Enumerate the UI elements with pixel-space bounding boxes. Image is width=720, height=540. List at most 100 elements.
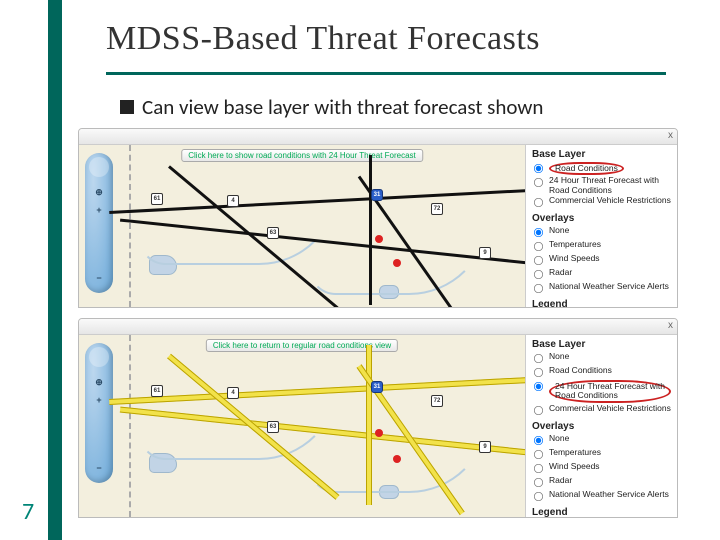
map-canvas[interactable]: ⊕ + − Click here to show road conditions… xyxy=(79,145,525,307)
layer-option-label: National Weather Service Alerts xyxy=(549,490,669,499)
pan-icon[interactable] xyxy=(89,157,109,177)
map-panel-road-conditions: x ⊕ + − Click here to show road conditio… xyxy=(78,128,678,308)
radio-icon[interactable] xyxy=(534,436,543,445)
radio-icon[interactable] xyxy=(534,478,543,487)
page-number: 7 xyxy=(22,497,34,526)
layer-option[interactable]: Wind Speeds xyxy=(532,254,671,267)
layer-option[interactable]: None xyxy=(532,226,671,239)
map-nav-control[interactable]: ⊕ + − xyxy=(85,343,113,483)
road xyxy=(369,155,372,305)
zoom-out-icon[interactable]: − xyxy=(85,463,113,473)
map-canvas[interactable]: ⊕ + − Click here to return to regular ro… xyxy=(79,335,525,517)
incident-marker[interactable] xyxy=(375,235,383,243)
route-shield: 63 xyxy=(267,227,279,239)
zoom-out-icon[interactable]: − xyxy=(85,273,113,283)
route-shield: 9 xyxy=(479,247,491,259)
incident-marker[interactable] xyxy=(375,429,383,437)
globe-icon[interactable]: ⊕ xyxy=(85,377,113,388)
map-body: ⊕ + − Click here to show road conditions… xyxy=(79,145,677,307)
radio-icon[interactable] xyxy=(534,228,543,237)
toggle-threat-button[interactable]: Click here to show road conditions with … xyxy=(181,149,423,162)
layer-option[interactable]: Wind Speeds xyxy=(532,462,671,475)
layer-option[interactable]: 24 Hour Threat Forecast with Road Condit… xyxy=(532,176,671,195)
layer-option-label: 24 Hour Threat Forecast with Road Condit… xyxy=(549,380,671,403)
radio-icon[interactable] xyxy=(534,256,543,265)
base-layer-heading: Base Layer xyxy=(532,339,671,350)
base-layer-options: None Road Conditions 24 Hour Threat Foreca… xyxy=(532,352,671,417)
state-border xyxy=(129,335,131,517)
route-shield: 72 xyxy=(431,395,443,407)
radio-icon[interactable] xyxy=(534,164,543,173)
layer-option-label: Road Conditions xyxy=(549,162,624,175)
layer-option[interactable]: None xyxy=(532,434,671,447)
title-underline xyxy=(106,72,666,75)
overlay-options: None Temperatures Wind SpeedsRadar National… xyxy=(532,434,671,503)
route-shield: 4 xyxy=(227,195,239,207)
radio-icon[interactable] xyxy=(534,464,543,473)
layer-option-label: 24 Hour Threat Forecast with Road Condit… xyxy=(549,176,671,195)
legend-heading: Legend xyxy=(532,507,671,517)
layer-option[interactable]: National Weather Service Alerts xyxy=(532,490,671,503)
map-body: ⊕ + − Click here to return to regular ro… xyxy=(79,335,677,517)
map-titlebar: x xyxy=(79,129,677,145)
map-titlebar: x xyxy=(79,319,677,335)
route-shield: 63 xyxy=(267,421,279,433)
layer-option-label: Road Conditions xyxy=(549,366,612,375)
legend-heading: Legend xyxy=(532,299,671,307)
route-shield: 9 xyxy=(479,441,491,453)
layer-option-label: Temperatures xyxy=(549,448,601,457)
radio-icon[interactable] xyxy=(534,198,543,207)
state-border xyxy=(129,145,131,307)
incident-marker[interactable] xyxy=(393,455,401,463)
radio-icon[interactable] xyxy=(534,406,543,415)
route-shield: 31 xyxy=(371,189,383,201)
radio-icon[interactable] xyxy=(534,242,543,251)
layer-option-label: None xyxy=(549,352,569,361)
overlays-heading: Overlays xyxy=(532,213,671,224)
radio-icon[interactable] xyxy=(534,270,543,279)
radio-icon[interactable] xyxy=(534,284,543,293)
radio-icon[interactable] xyxy=(534,354,543,363)
close-icon[interactable]: x xyxy=(668,130,673,141)
layer-option[interactable]: Road Conditions xyxy=(532,366,671,379)
pan-icon[interactable] xyxy=(89,347,109,367)
layer-option[interactable]: None xyxy=(532,352,671,365)
layer-option[interactable]: Temperatures xyxy=(532,240,671,253)
layer-option[interactable]: 24 Hour Threat Forecast with Road Condit… xyxy=(532,380,671,403)
threat-road xyxy=(366,345,372,505)
layer-option[interactable]: Radar xyxy=(532,476,671,489)
map-nav-control[interactable]: ⊕ + − xyxy=(85,153,113,293)
layer-option-label: Radar xyxy=(549,476,572,485)
close-icon[interactable]: x xyxy=(668,320,673,331)
radio-icon[interactable] xyxy=(534,450,543,459)
base-layer-heading: Base Layer xyxy=(532,149,671,160)
radio-icon[interactable] xyxy=(534,492,543,501)
layer-option-label: Commercial Vehicle Restrictions xyxy=(549,404,671,413)
layer-option[interactable]: Commercial Vehicle Restrictions xyxy=(532,404,671,417)
layer-option-label: Radar xyxy=(549,268,572,277)
radio-icon[interactable] xyxy=(534,382,543,391)
layer-option[interactable]: Temperatures xyxy=(532,448,671,461)
slide: MDSS-Based Threat Forecasts Can view bas… xyxy=(0,0,720,540)
route-shield: 31 xyxy=(371,381,383,393)
slide-title: MDSS-Based Threat Forecasts xyxy=(106,20,540,58)
route-shield: 4 xyxy=(227,387,239,399)
radio-icon[interactable] xyxy=(534,368,543,377)
layer-option-label: None xyxy=(549,434,569,443)
layer-option[interactable]: Commercial Vehicle Restrictions xyxy=(532,196,671,209)
radio-icon[interactable] xyxy=(534,178,543,187)
layer-sidebar: Base Layer Road Conditions24 Hour Threat… xyxy=(525,145,677,307)
incident-marker[interactable] xyxy=(393,259,401,267)
route-shield: 61 xyxy=(151,385,163,397)
bullet-row: Can view base layer with threat forecast… xyxy=(120,94,543,120)
layer-option[interactable]: National Weather Service Alerts xyxy=(532,282,671,295)
layer-option-label: Commercial Vehicle Restrictions xyxy=(549,196,671,205)
layer-option-label: None xyxy=(549,226,569,235)
overlays-heading: Overlays xyxy=(532,421,671,432)
layer-option[interactable]: Road Conditions xyxy=(532,162,671,175)
layer-option[interactable]: Radar xyxy=(532,268,671,281)
globe-icon[interactable]: ⊕ xyxy=(85,187,113,198)
layer-option-label: Temperatures xyxy=(549,240,601,249)
route-shield: 72 xyxy=(431,203,443,215)
overlay-options: None Temperatures Wind SpeedsRadar National… xyxy=(532,226,671,295)
